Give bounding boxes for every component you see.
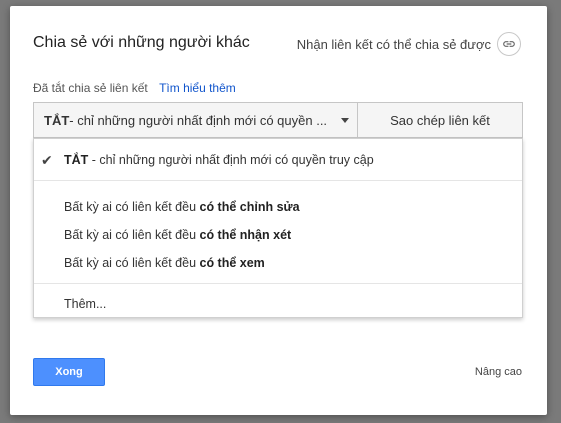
- done-button[interactable]: Xong: [33, 358, 105, 386]
- access-row: TẮT - chỉ những người nhất định mới có q…: [33, 102, 523, 138]
- dialog-title: Chia sẻ với những người khác: [33, 34, 250, 51]
- menu-item-off-text: - chỉ những người nhất định mới có quyền…: [88, 153, 374, 167]
- checkmark-icon: ✔: [41, 152, 53, 168]
- menu-item-off-bold: TẮT: [64, 153, 89, 167]
- menu-divider: [34, 180, 522, 181]
- access-level-menu: ✔ TẮT - chỉ những người nhất định mới có…: [33, 138, 523, 318]
- share-dialog: Chia sẻ với những người khác Nhận liên k…: [10, 6, 547, 415]
- advanced-link[interactable]: Nâng cao: [475, 366, 522, 378]
- menu-item-can-comment-text: Bất kỳ ai có liên kết đều: [64, 228, 200, 242]
- dropdown-arrow-icon: [341, 118, 349, 123]
- get-shareable-link[interactable]: Nhận liên kết có thể chia sẻ được: [297, 32, 521, 56]
- menu-item-can-edit[interactable]: Bất kỳ ai có liên kết đều có thể chỉnh s…: [34, 200, 522, 214]
- menu-item-off[interactable]: ✔ TẮT - chỉ những người nhất định mới có…: [34, 152, 522, 168]
- menu-item-can-view[interactable]: Bất kỳ ai có liên kết đều có thể xem: [34, 256, 522, 270]
- share-link-label[interactable]: Nhận liên kết có thể chia sẻ được: [297, 37, 491, 52]
- menu-divider: [34, 283, 522, 284]
- access-selected-text: - chỉ những người nhất định mới có quyền…: [69, 112, 328, 128]
- link-status-text: Đã tắt chia sẻ liên kết: [33, 81, 148, 95]
- copy-link-button[interactable]: Sao chép liên kết: [358, 102, 523, 138]
- access-selected-bold: TẮT: [44, 112, 70, 128]
- menu-item-can-view-bold: có thể xem: [199, 256, 265, 270]
- menu-item-can-edit-text: Bất kỳ ai có liên kết đều: [64, 200, 200, 214]
- menu-item-can-edit-bold: có thể chỉnh sửa: [199, 200, 300, 214]
- menu-item-can-view-text: Bất kỳ ai có liên kết đều: [64, 256, 200, 270]
- access-level-dropdown[interactable]: TẮT - chỉ những người nhất định mới có q…: [33, 102, 358, 138]
- menu-item-more-text: Thêm...: [64, 297, 107, 311]
- menu-item-more[interactable]: Thêm...: [34, 297, 522, 311]
- menu-item-can-comment-bold: có thể nhận xét: [199, 228, 292, 242]
- learn-more-link[interactable]: Tìm hiểu thêm: [159, 81, 236, 95]
- link-icon[interactable]: [497, 32, 521, 56]
- link-sharing-status: Đã tắt chia sẻ liên kết Tìm hiểu thêm: [33, 81, 236, 95]
- menu-item-can-comment[interactable]: Bất kỳ ai có liên kết đều có thể nhận xé…: [34, 228, 522, 242]
